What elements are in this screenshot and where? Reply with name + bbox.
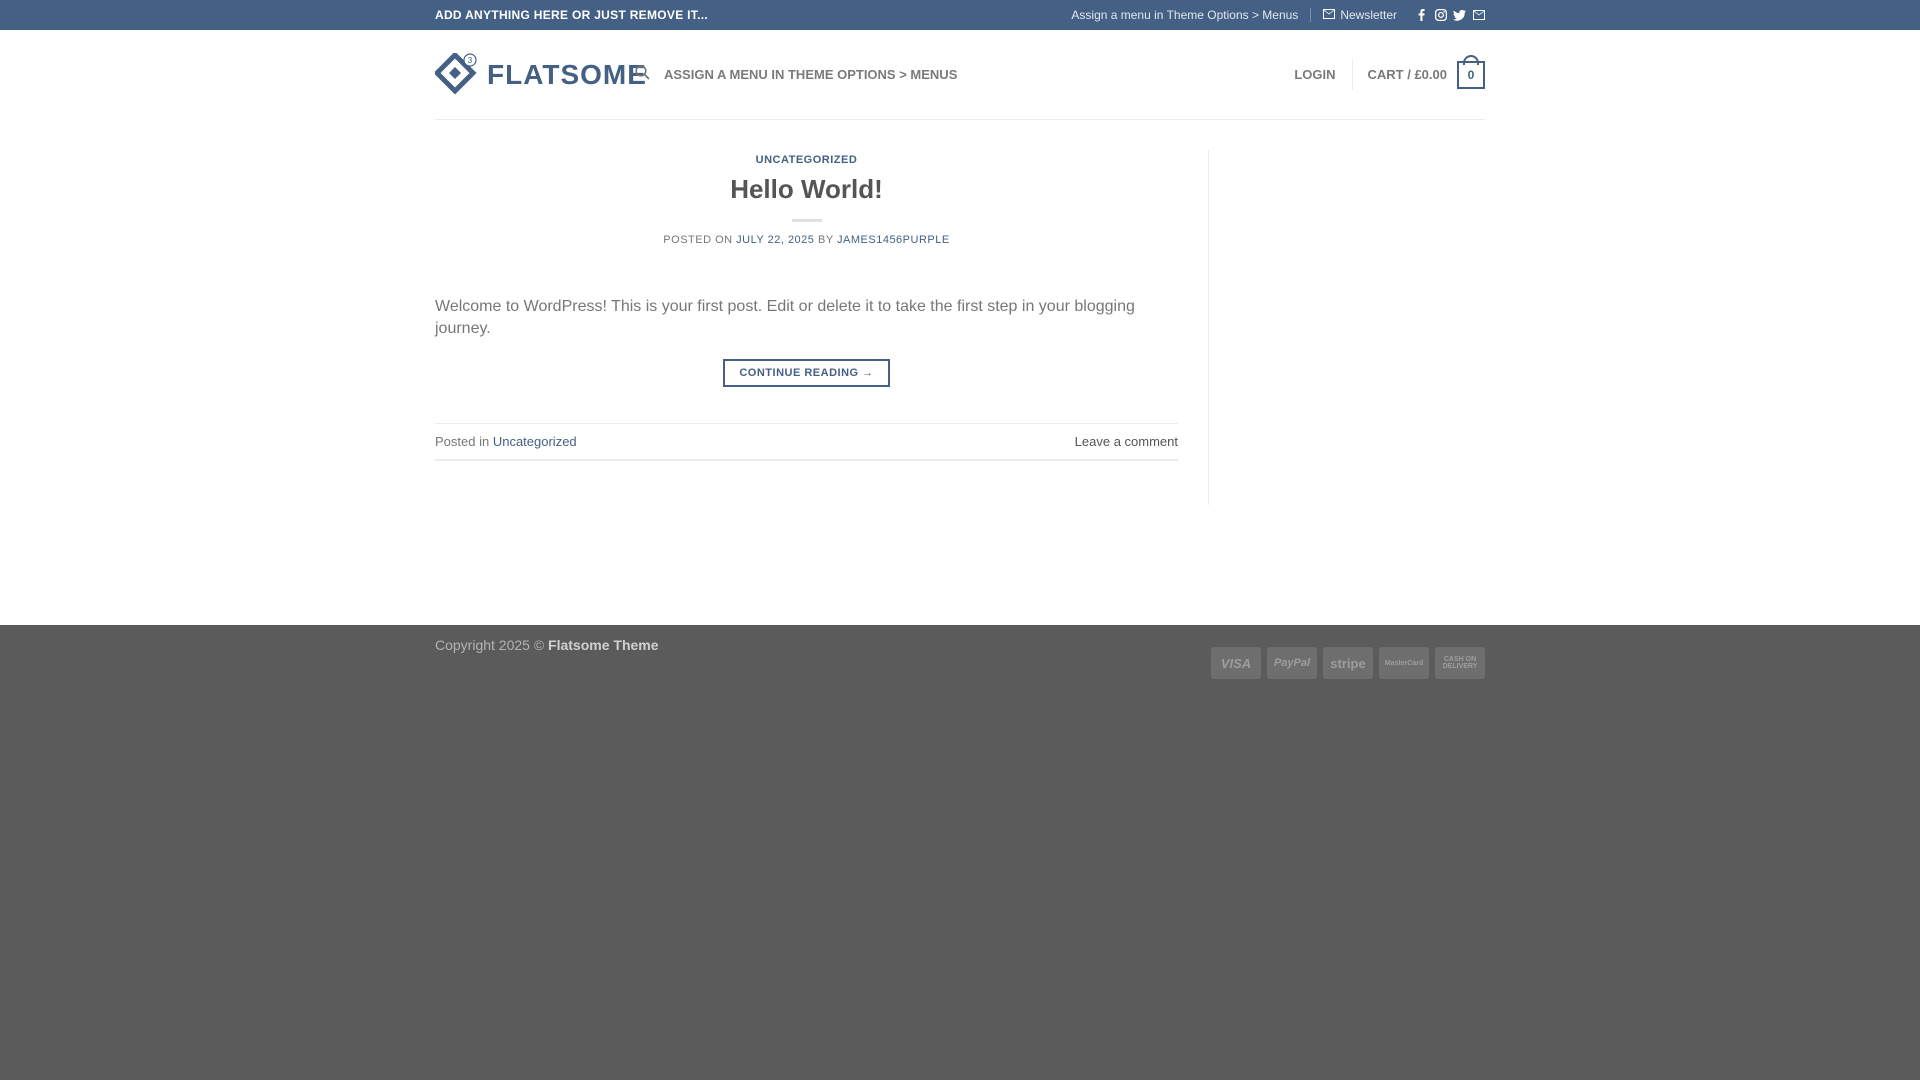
header-divider	[1351, 59, 1353, 90]
continue-reading-button[interactable]: CONTINUE READING →	[723, 358, 890, 387]
cash-on-delivery-icon: CASH ON DELIVERY	[1435, 647, 1485, 679]
paypal-icon: PayPal	[1267, 647, 1317, 679]
post-date-link[interactable]: JULY 22, 2025	[736, 234, 814, 246]
site-logo[interactable]: 3 FLATSOME	[435, 52, 665, 97]
topbar-announcement: ADD ANYTHING HERE OR JUST REMOVE IT...	[435, 8, 708, 22]
newsletter-label: Newsletter	[1340, 8, 1397, 22]
post-meta: POSTED ON JULY 22, 2025 BY JAMES1456PURP…	[435, 234, 1178, 246]
posted-on-label: POSTED ON	[663, 234, 733, 246]
post-excerpt: Welcome to WordPress! This is your first…	[435, 298, 1135, 338]
topbar-divider	[1310, 8, 1312, 22]
stripe-icon: stripe	[1323, 647, 1373, 679]
site-footer: Copyright 2025 © Flatsome Theme VISA Pay…	[0, 625, 1920, 679]
copyright-brand: Flatsome Theme	[548, 637, 659, 653]
logo-text: FLATSOME	[487, 58, 647, 90]
main-nav: ASSIGN A MENU IN THEME OPTIONS > MENUS	[635, 64, 1294, 85]
envelope-icon	[1323, 8, 1336, 22]
sidebar	[1208, 150, 1485, 505]
post-author-link[interactable]: JAMES1456PURPLE	[837, 234, 950, 246]
header-account: LOGIN CART / £0.00 0	[1294, 59, 1485, 90]
post-title[interactable]: Hello World!	[435, 174, 1178, 205]
topbar-right: Assign a menu in Theme Options > Menus N…	[1071, 8, 1485, 22]
nav-menu-link[interactable]: ASSIGN A MENU IN THEME OPTIONS > MENUS	[664, 67, 957, 82]
mastercard-icon: MasterCard	[1379, 647, 1429, 679]
title-divider	[791, 219, 822, 222]
facebook-icon[interactable]	[1415, 9, 1428, 22]
newsletter-link[interactable]: Newsletter	[1323, 8, 1397, 22]
posted-in-label: Posted in	[435, 433, 490, 449]
post-article: UNCATEGORIZED Hello World! POSTED ON JUL…	[435, 150, 1208, 505]
social-icons	[1415, 9, 1485, 22]
twitter-icon[interactable]	[1453, 9, 1466, 22]
copyright-prefix: Copyright 2025 ©	[435, 637, 545, 653]
topbar-menu-link[interactable]: Assign a menu in Theme Options > Menus	[1071, 8, 1298, 22]
logo-icon: 3	[435, 52, 477, 95]
cart-link[interactable]: CART / £0.00 0	[1367, 60, 1485, 89]
main-content: UNCATEGORIZED Hello World! POSTED ON JUL…	[0, 120, 1920, 625]
search-icon[interactable]	[635, 64, 650, 85]
post-category-link[interactable]: UNCATEGORIZED	[756, 154, 858, 166]
visa-icon: VISA	[1211, 647, 1261, 679]
cart-count-badge: 0	[1457, 60, 1485, 89]
logo-badge: 3	[468, 56, 473, 65]
email-icon[interactable]	[1472, 9, 1485, 22]
post-footer: Posted in Uncategorized Leave a comment	[435, 422, 1178, 461]
payment-icons: VISA PayPal stripe MasterCard CASH ON DE…	[1211, 647, 1485, 679]
site-header: 3 FLATSOME ASSIGN A MENU IN THEME OPTION…	[0, 30, 1920, 120]
cart-label: CART / £0.00	[1367, 67, 1447, 82]
login-link[interactable]: LOGIN	[1294, 67, 1351, 82]
posted-in: Posted in Uncategorized	[435, 434, 577, 449]
instagram-icon[interactable]	[1434, 9, 1447, 22]
posted-in-category-link[interactable]: Uncategorized	[493, 434, 577, 449]
copyright-text: Copyright 2025 © Flatsome Theme	[435, 637, 659, 679]
by-label: BY	[817, 234, 834, 246]
top-bar: ADD ANYTHING HERE OR JUST REMOVE IT... A…	[0, 0, 1920, 30]
leave-comment-link[interactable]: Leave a comment	[1075, 434, 1178, 449]
